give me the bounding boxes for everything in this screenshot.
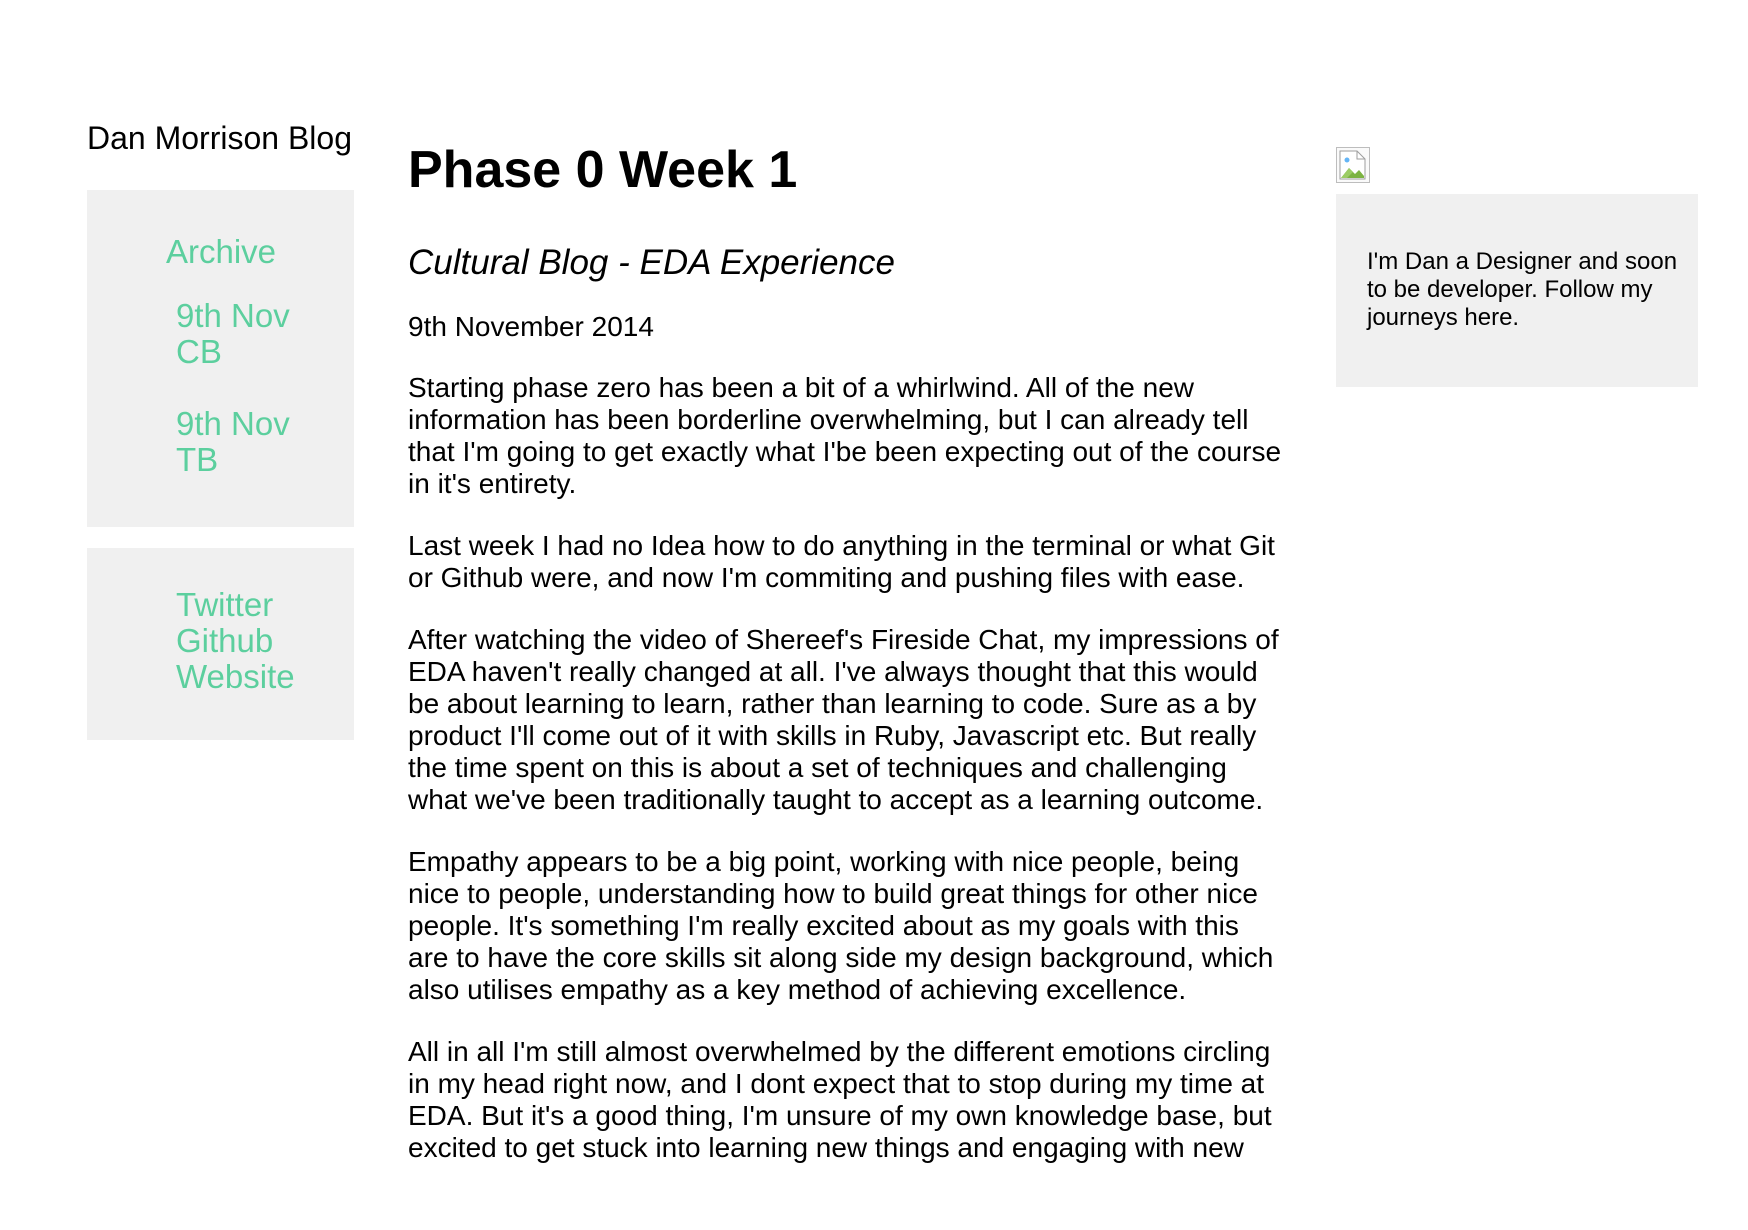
main-content: Phase 0 Week 1 Cultural Blog - EDA Exper…	[408, 140, 1288, 1164]
page: Dan Morrison Blog Archive 9th Nov CB 9th…	[0, 0, 1748, 1230]
archive-panel: Archive 9th Nov CB 9th Nov TB	[87, 190, 354, 527]
post-paragraph: After watching the video of Shereef's Fi…	[408, 624, 1279, 815]
site-title: Dan Morrison Blog	[87, 120, 352, 156]
social-list: Twitter Github Website	[87, 587, 354, 695]
archive-list: 9th Nov CB 9th Nov TB	[87, 298, 354, 478]
post-title: Phase 0 Week 1	[408, 141, 798, 199]
list-item: 9th Nov CB	[176, 298, 354, 370]
github-link[interactable]: Github	[176, 623, 336, 659]
left-sidebar: Dan Morrison Blog Archive 9th Nov CB 9th…	[87, 118, 357, 740]
archive-link-tb[interactable]: 9th Nov TB	[176, 406, 306, 478]
post-paragraph: Last week I had no Idea how to do anythi…	[408, 530, 1275, 593]
post-date: 9th November 2014	[408, 311, 654, 342]
list-item: Github	[176, 623, 354, 659]
list-item: 9th Nov TB	[176, 406, 354, 478]
post-paragraph: All in all I'm still almost overwhelmed …	[408, 1036, 1272, 1163]
post-paragraph: Starting phase zero has been a bit of a …	[408, 372, 1282, 499]
post-body: Starting phase zero has been a bit of a …	[408, 372, 1288, 1164]
broken-image-icon	[1336, 147, 1370, 183]
bio-panel: I'm Dan a Designer and soon to be develo…	[1336, 194, 1698, 387]
website-link[interactable]: Website	[176, 659, 336, 695]
post-paragraph: Empathy appears to be a big point, worki…	[408, 846, 1274, 1005]
twitter-link[interactable]: Twitter	[176, 587, 336, 623]
archive-link-cb[interactable]: 9th Nov CB	[176, 298, 306, 370]
archive-heading[interactable]: Archive	[166, 232, 354, 272]
social-links-panel: Twitter Github Website	[87, 548, 354, 740]
right-sidebar: I'm Dan a Designer and soon to be develo…	[1336, 147, 1698, 387]
post-subtitle: Cultural Blog - EDA Experience	[408, 243, 895, 282]
list-item: Website	[176, 659, 354, 695]
broken-image-glyph	[1339, 150, 1366, 180]
list-item: Twitter	[176, 587, 354, 623]
bio-text: I'm Dan a Designer and soon to be develo…	[1367, 248, 1678, 331]
